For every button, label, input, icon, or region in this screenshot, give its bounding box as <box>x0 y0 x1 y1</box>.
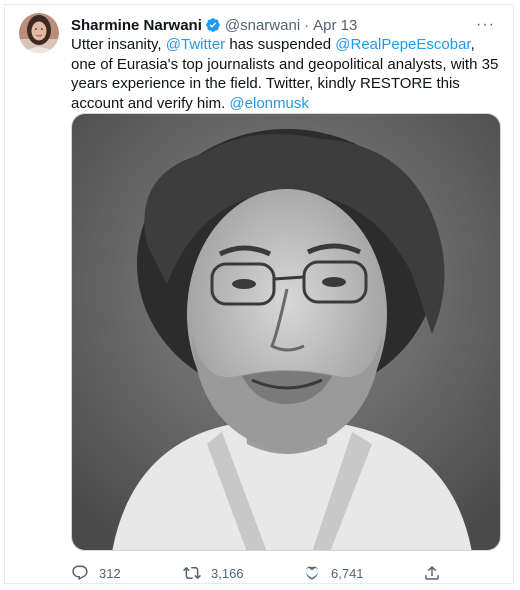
retweet-button[interactable]: 3,166 <box>183 564 303 582</box>
retweet-count: 3,166 <box>211 565 244 581</box>
verified-badge-icon <box>206 18 220 32</box>
like-icon <box>305 566 319 580</box>
author-handle[interactable]: @snarwani <box>225 17 300 34</box>
reply-button[interactable]: 312 <box>71 564 183 582</box>
avatar-image <box>19 13 59 53</box>
tweet-card[interactable]: Sharmine Narwani @snarwani · Apr 13 ··· … <box>4 4 514 584</box>
author-name[interactable]: Sharmine Narwani <box>71 17 202 34</box>
tweet-text-part: Utter insanity, <box>71 36 166 53</box>
share-icon <box>425 565 439 580</box>
more-icon[interactable]: ··· <box>472 16 499 34</box>
retweet-icon <box>183 566 201 580</box>
reply-count: 312 <box>99 565 121 581</box>
mention-twitter[interactable]: @Twitter <box>166 36 225 53</box>
separator-dot: · <box>304 16 310 34</box>
reply-icon <box>72 565 88 581</box>
tweet-photo[interactable] <box>71 113 501 551</box>
like-button[interactable]: 6,741 <box>303 564 423 582</box>
tweet-date[interactable]: Apr 13 <box>313 17 357 34</box>
share-button[interactable] <box>423 564 441 582</box>
tweet-actions: 312 3,166 6,741 <box>71 561 451 585</box>
tweet-text-part: has suspended <box>225 36 336 53</box>
tweet-text: Utter insanity, @Twitter has suspended @… <box>71 35 503 113</box>
mention-realpepeescobar[interactable]: @RealPepeEscobar <box>335 36 470 53</box>
mention-elonmusk[interactable]: @elonmusk <box>229 95 308 112</box>
tweet-header: Sharmine Narwani @snarwani · Apr 13 ··· <box>71 15 499 35</box>
like-count: 6,741 <box>331 565 364 581</box>
portrait-photo <box>72 114 500 550</box>
avatar[interactable] <box>19 13 59 53</box>
